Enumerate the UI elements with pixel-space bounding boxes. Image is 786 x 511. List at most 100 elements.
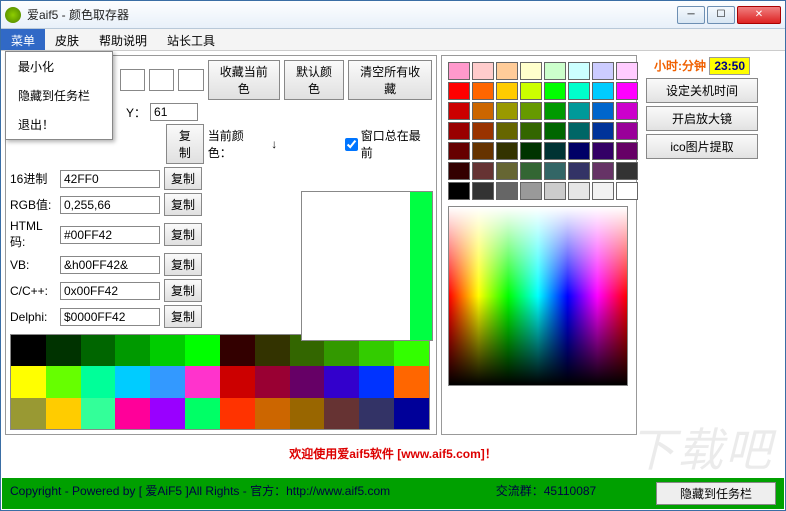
palette-cell[interactable]	[616, 122, 638, 140]
clear-all-button[interactable]: 清空所有收藏	[348, 60, 432, 100]
field-input-3[interactable]	[60, 256, 160, 274]
dropdown-exit[interactable]: 退出！	[6, 110, 112, 139]
field-input-2[interactable]	[60, 226, 160, 244]
palette-cell[interactable]	[496, 142, 518, 160]
fav-cell[interactable]	[359, 366, 394, 397]
fav-cell[interactable]	[185, 398, 220, 429]
palette-cell[interactable]	[616, 162, 638, 180]
palette-cell[interactable]	[496, 162, 518, 180]
fav-current-button[interactable]: 收藏当前色	[208, 60, 280, 100]
fav-cell[interactable]	[220, 366, 255, 397]
y-input[interactable]	[150, 103, 198, 121]
palette-cell[interactable]	[544, 82, 566, 100]
copy-coords-button[interactable]: 复制	[166, 124, 204, 164]
palette-cell[interactable]	[472, 82, 494, 100]
palette-cell[interactable]	[448, 142, 470, 160]
fav-cell[interactable]	[394, 366, 429, 397]
palette-cell[interactable]	[616, 102, 638, 120]
fav-cell[interactable]	[359, 398, 394, 429]
fav-cell[interactable]	[150, 366, 185, 397]
palette-cell[interactable]	[544, 182, 566, 200]
field-copy-4[interactable]: 复制	[164, 279, 202, 302]
palette-cell[interactable]	[520, 182, 542, 200]
menu-item-tools[interactable]: 站长工具	[157, 29, 225, 50]
swatch-1[interactable]	[120, 69, 145, 91]
field-copy-2[interactable]: 复制	[164, 223, 202, 246]
palette-cell[interactable]	[544, 102, 566, 120]
always-on-top-input[interactable]	[345, 138, 358, 151]
palette-cell[interactable]	[616, 182, 638, 200]
palette-cell[interactable]	[520, 102, 542, 120]
fav-cell[interactable]	[11, 335, 46, 366]
palette-cell[interactable]	[472, 142, 494, 160]
fav-cell[interactable]	[46, 398, 81, 429]
field-copy-0[interactable]: 复制	[164, 167, 202, 190]
palette-cell[interactable]	[616, 142, 638, 160]
palette-cell[interactable]	[592, 142, 614, 160]
palette-cell[interactable]	[544, 122, 566, 140]
palette-cell[interactable]	[616, 62, 638, 80]
fav-cell[interactable]	[115, 398, 150, 429]
palette-cell[interactable]	[496, 62, 518, 80]
palette-cell[interactable]	[520, 142, 542, 160]
fav-cell[interactable]	[81, 398, 116, 429]
palette-cell[interactable]	[472, 122, 494, 140]
fav-cell[interactable]	[394, 398, 429, 429]
fav-cell[interactable]	[11, 398, 46, 429]
fav-cell[interactable]	[324, 398, 359, 429]
magnifier-button[interactable]: 开启放大镜	[646, 106, 758, 131]
field-input-1[interactable]	[60, 196, 160, 214]
palette-cell[interactable]	[616, 82, 638, 100]
palette-cell[interactable]	[544, 62, 566, 80]
palette-cell[interactable]	[520, 162, 542, 180]
fav-cell[interactable]	[81, 366, 116, 397]
palette-cell[interactable]	[496, 82, 518, 100]
palette-cell[interactable]	[568, 102, 590, 120]
fav-cell[interactable]	[185, 335, 220, 366]
dropdown-minimize[interactable]: 最小化	[6, 52, 112, 81]
field-copy-3[interactable]: 复制	[164, 253, 202, 276]
palette-cell[interactable]	[568, 162, 590, 180]
palette-cell[interactable]	[496, 102, 518, 120]
fav-cell[interactable]	[150, 335, 185, 366]
palette-cell[interactable]	[568, 182, 590, 200]
palette-cell[interactable]	[472, 102, 494, 120]
field-copy-5[interactable]: 复制	[164, 305, 202, 328]
hide-tray-button[interactable]: 隐藏到任务栏	[656, 482, 776, 505]
fav-cell[interactable]	[115, 335, 150, 366]
fav-cell[interactable]	[255, 366, 290, 397]
palette-cell[interactable]	[592, 182, 614, 200]
fav-cell[interactable]	[290, 398, 325, 429]
fav-cell[interactable]	[185, 366, 220, 397]
fav-cell[interactable]	[46, 366, 81, 397]
palette-cell[interactable]	[592, 82, 614, 100]
field-input-5[interactable]	[60, 308, 160, 326]
fav-cell[interactable]	[115, 366, 150, 397]
palette-cell[interactable]	[592, 62, 614, 80]
palette-cell[interactable]	[448, 62, 470, 80]
ico-extract-button[interactable]: ico图片提取	[646, 134, 758, 159]
fav-cell[interactable]	[255, 335, 290, 366]
palette-cell[interactable]	[496, 182, 518, 200]
palette-cell[interactable]	[448, 162, 470, 180]
fav-cell[interactable]	[81, 335, 116, 366]
palette-cell[interactable]	[496, 122, 518, 140]
menu-item-help[interactable]: 帮助说明	[89, 29, 157, 50]
palette-cell[interactable]	[448, 122, 470, 140]
minimize-button[interactable]: ─	[677, 6, 705, 24]
always-on-top-checkbox[interactable]: 窗口总在最前	[345, 127, 432, 161]
fav-cell[interactable]	[11, 366, 46, 397]
palette-cell[interactable]	[472, 182, 494, 200]
fav-cell[interactable]	[290, 366, 325, 397]
menu-item-skin[interactable]: 皮肤	[45, 29, 89, 50]
field-copy-1[interactable]: 复制	[164, 193, 202, 216]
palette-cell[interactable]	[568, 62, 590, 80]
palette-cell[interactable]	[544, 142, 566, 160]
palette-cell[interactable]	[568, 122, 590, 140]
palette-cell[interactable]	[448, 82, 470, 100]
swatch-2[interactable]	[149, 69, 174, 91]
palette-cell[interactable]	[472, 62, 494, 80]
swatch-3[interactable]	[178, 69, 203, 91]
palette-cell[interactable]	[592, 102, 614, 120]
fav-cell[interactable]	[220, 335, 255, 366]
